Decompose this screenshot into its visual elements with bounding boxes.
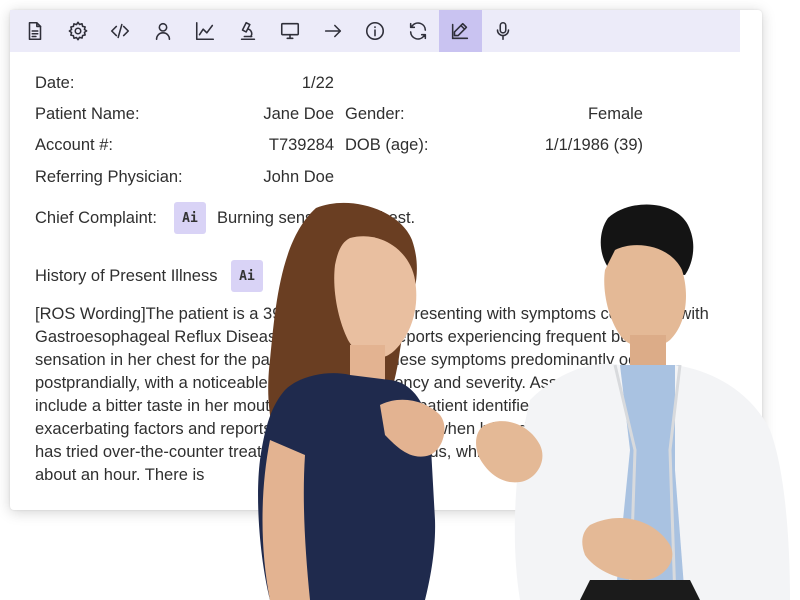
complaint-ai-button[interactable]: Ai [174, 202, 206, 234]
gender-value: Female [587, 105, 643, 123]
doctor-patient-photo [258, 202, 790, 600]
account-label: Account #: [35, 136, 113, 154]
dob-label: DOB (age): [345, 136, 429, 154]
physician-value: John Doe [263, 168, 334, 186]
date-value: 1/22 [301, 74, 334, 92]
patient-name-label: Patient Name: [35, 105, 140, 123]
physician-label: Referring Physician: [35, 168, 183, 186]
dob-value: 1/1/1986 (39) [544, 136, 643, 154]
account-value: T739284 [268, 136, 334, 154]
gender-label: Gender: [345, 105, 405, 123]
date-label: Date: [35, 74, 75, 92]
chief-complaint-label: Chief Complaint: [35, 209, 157, 227]
patient-name-value: Jane Doe [263, 105, 334, 123]
hpi-label: History of Present Illness [35, 267, 218, 285]
